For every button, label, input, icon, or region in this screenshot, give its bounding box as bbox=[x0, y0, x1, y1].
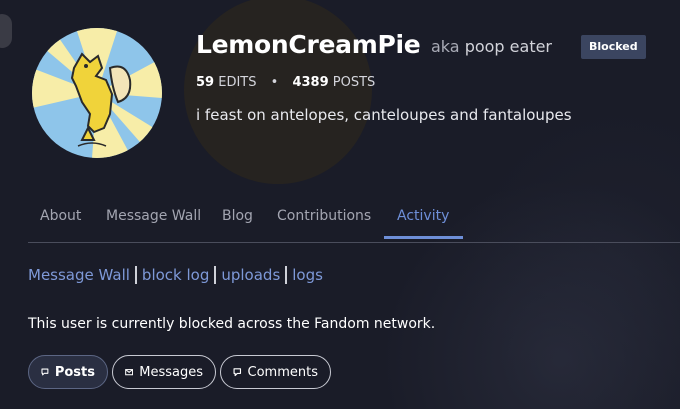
header-decoration bbox=[184, 0, 372, 184]
active-tab-indicator bbox=[384, 236, 463, 239]
status-badge: Blocked bbox=[581, 35, 646, 59]
envelope-icon bbox=[125, 369, 134, 376]
user-bio: i feast on antelopes, canteloupes and fa… bbox=[196, 106, 572, 124]
avatar[interactable] bbox=[32, 28, 162, 158]
tab-about[interactable]: About bbox=[40, 197, 81, 243]
filter-messages-button[interactable]: Messages bbox=[112, 355, 216, 389]
link-separator bbox=[134, 265, 137, 284]
filter-posts-button[interactable]: Posts bbox=[28, 355, 108, 389]
tab-blog[interactable]: Blog bbox=[222, 197, 253, 243]
edits-count: 59 bbox=[196, 75, 215, 90]
tab-message-wall[interactable]: Message Wall bbox=[106, 197, 201, 243]
profile-tabs: About Message Wall Blog Contributions Ac… bbox=[28, 197, 680, 243]
profile-stats: 59 EDITS • 4389 POSTS bbox=[196, 75, 375, 90]
user-links: Message Wall block log uploads logs bbox=[28, 265, 323, 285]
tab-contributions[interactable]: Contributions bbox=[277, 197, 371, 243]
edits-label: EDITS bbox=[218, 75, 257, 90]
filter-messages-label: Messages bbox=[139, 364, 203, 380]
filter-comments-label: Comments bbox=[247, 364, 318, 380]
posts-label: POSTS bbox=[332, 75, 376, 90]
link-block-log[interactable]: block log bbox=[142, 266, 209, 284]
link-separator bbox=[285, 265, 288, 284]
link-uploads[interactable]: uploads bbox=[221, 266, 280, 284]
comment-icon bbox=[233, 368, 242, 377]
link-logs[interactable]: logs bbox=[292, 266, 323, 284]
filter-comments-button[interactable]: Comments bbox=[220, 355, 331, 389]
avatar-image bbox=[32, 28, 162, 158]
posts-count: 4389 bbox=[292, 75, 329, 90]
blocked-notice: This user is currently blocked across th… bbox=[28, 316, 436, 332]
link-message-wall[interactable]: Message Wall bbox=[28, 266, 130, 284]
link-separator bbox=[214, 265, 217, 284]
aka-label: aka bbox=[431, 37, 460, 56]
nickname: poop eater bbox=[464, 37, 553, 56]
stats-separator: • bbox=[270, 75, 279, 90]
speech-bubble-icon bbox=[41, 368, 49, 376]
filter-posts-label: Posts bbox=[54, 364, 95, 380]
username: LemonCreamPie bbox=[196, 30, 421, 59]
nickname-line: aka poop eater bbox=[431, 37, 552, 56]
scroll-handle[interactable] bbox=[0, 14, 12, 48]
tabs-divider bbox=[28, 242, 680, 243]
